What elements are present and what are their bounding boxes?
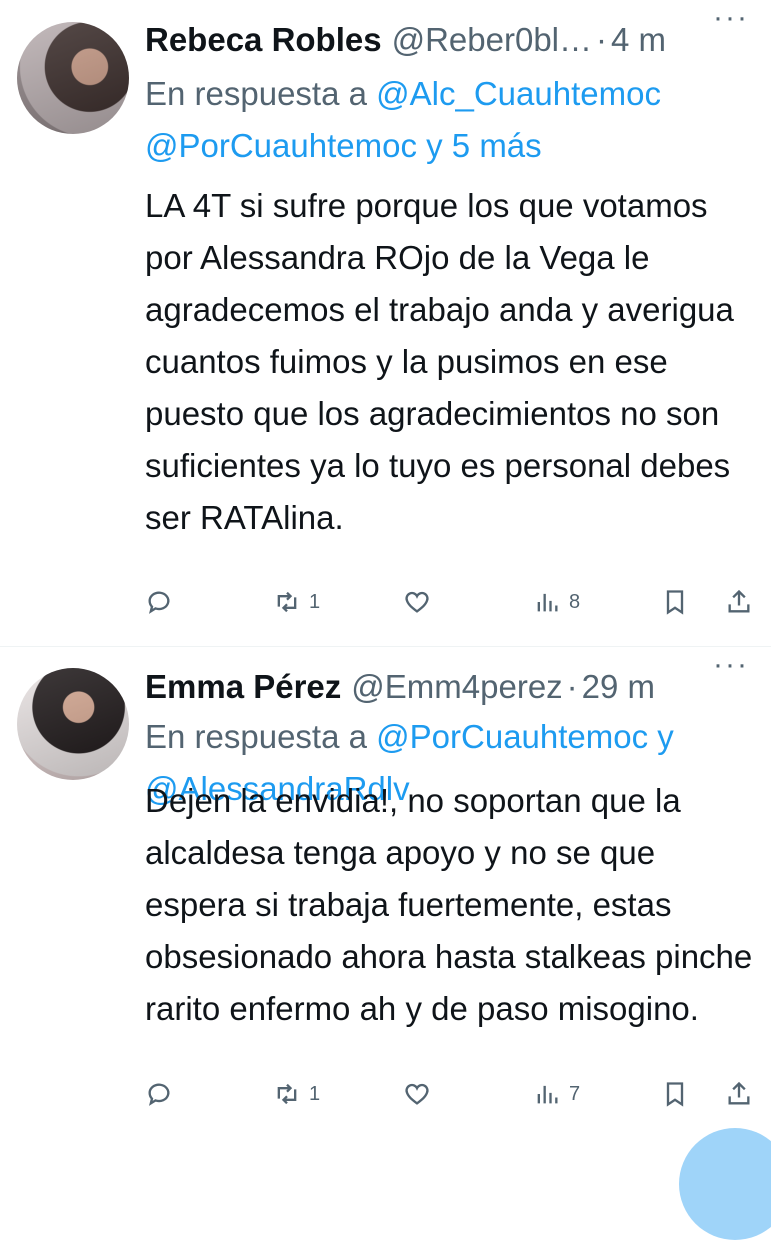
views-button[interactable]: 7 bbox=[533, 1080, 580, 1108]
tweet-header: Emma Pérez @Emm4perez · 29 m bbox=[145, 667, 751, 707]
compose-button[interactable] bbox=[679, 1128, 771, 1240]
timestamp[interactable]: 4 m bbox=[611, 21, 666, 59]
separator: · bbox=[566, 668, 578, 705]
reply-prefix: En respuesta a bbox=[145, 75, 367, 112]
reply-icon bbox=[148, 1083, 170, 1106]
retweet-icon bbox=[277, 1083, 297, 1105]
reply-button[interactable] bbox=[145, 588, 173, 616]
more-options-icon[interactable]: ··· bbox=[713, 650, 749, 680]
views-button[interactable]: 8 bbox=[533, 588, 580, 616]
timestamp[interactable]: 29 m bbox=[582, 668, 655, 706]
bookmark-button[interactable] bbox=[661, 588, 689, 616]
views-icon bbox=[537, 1085, 558, 1104]
retweet-count: 1 bbox=[309, 1082, 321, 1105]
avatar[interactable] bbox=[17, 22, 129, 134]
retweet-button[interactable]: 1 bbox=[273, 588, 320, 616]
like-button[interactable] bbox=[403, 1080, 431, 1108]
share-button[interactable] bbox=[725, 1080, 753, 1108]
avatar[interactable] bbox=[17, 668, 129, 780]
reply-context: En respuesta a @Alc_Cuauhtemoc @PorCuauh… bbox=[145, 68, 735, 172]
separator: · bbox=[596, 21, 608, 58]
tweet-text: LA 4T si sufre porque los que votamos po… bbox=[145, 187, 734, 536]
more-options-icon[interactable]: ··· bbox=[713, 3, 749, 33]
like-icon bbox=[405, 1083, 429, 1105]
share-icon bbox=[728, 589, 750, 613]
retweet-button[interactable]: 1 bbox=[273, 1080, 320, 1108]
action-bar: 1 7 bbox=[145, 1080, 751, 1120]
author-handle[interactable]: @Reber0bl… bbox=[392, 21, 592, 59]
reply-prefix: En respuesta a bbox=[145, 718, 367, 755]
bookmark-button[interactable] bbox=[661, 1080, 689, 1108]
author-handle[interactable]: @Emm4perez bbox=[351, 668, 562, 706]
views-icon bbox=[537, 593, 558, 612]
like-icon bbox=[405, 591, 429, 613]
action-bar: 1 8 bbox=[145, 588, 751, 628]
author-name[interactable]: Rebeca Robles bbox=[145, 21, 382, 59]
reply-icon bbox=[148, 591, 170, 614]
share-icon bbox=[728, 1081, 750, 1105]
tweet-text: Dejen la envidia!, no soportan que la al… bbox=[145, 782, 753, 1027]
views-count: 8 bbox=[569, 590, 581, 613]
like-button[interactable] bbox=[403, 588, 431, 616]
share-button[interactable] bbox=[725, 588, 753, 616]
retweet-icon bbox=[277, 591, 297, 613]
bookmark-icon bbox=[666, 1082, 684, 1107]
author-name[interactable]: Emma Pérez bbox=[145, 668, 341, 706]
retweet-count: 1 bbox=[309, 590, 321, 613]
reply-button[interactable] bbox=[145, 1080, 173, 1108]
bookmark-icon bbox=[666, 590, 684, 615]
views-count: 7 bbox=[569, 1082, 581, 1105]
tweet[interactable]: Emma Pérez @Emm4perez · 29 m ··· En resp… bbox=[0, 647, 771, 1240]
tweet[interactable]: Rebeca Robles @Reber0bl… · 4 m ··· En re… bbox=[0, 0, 771, 647]
tweet-header: Rebeca Robles @Reber0bl… · 4 m bbox=[145, 20, 751, 60]
